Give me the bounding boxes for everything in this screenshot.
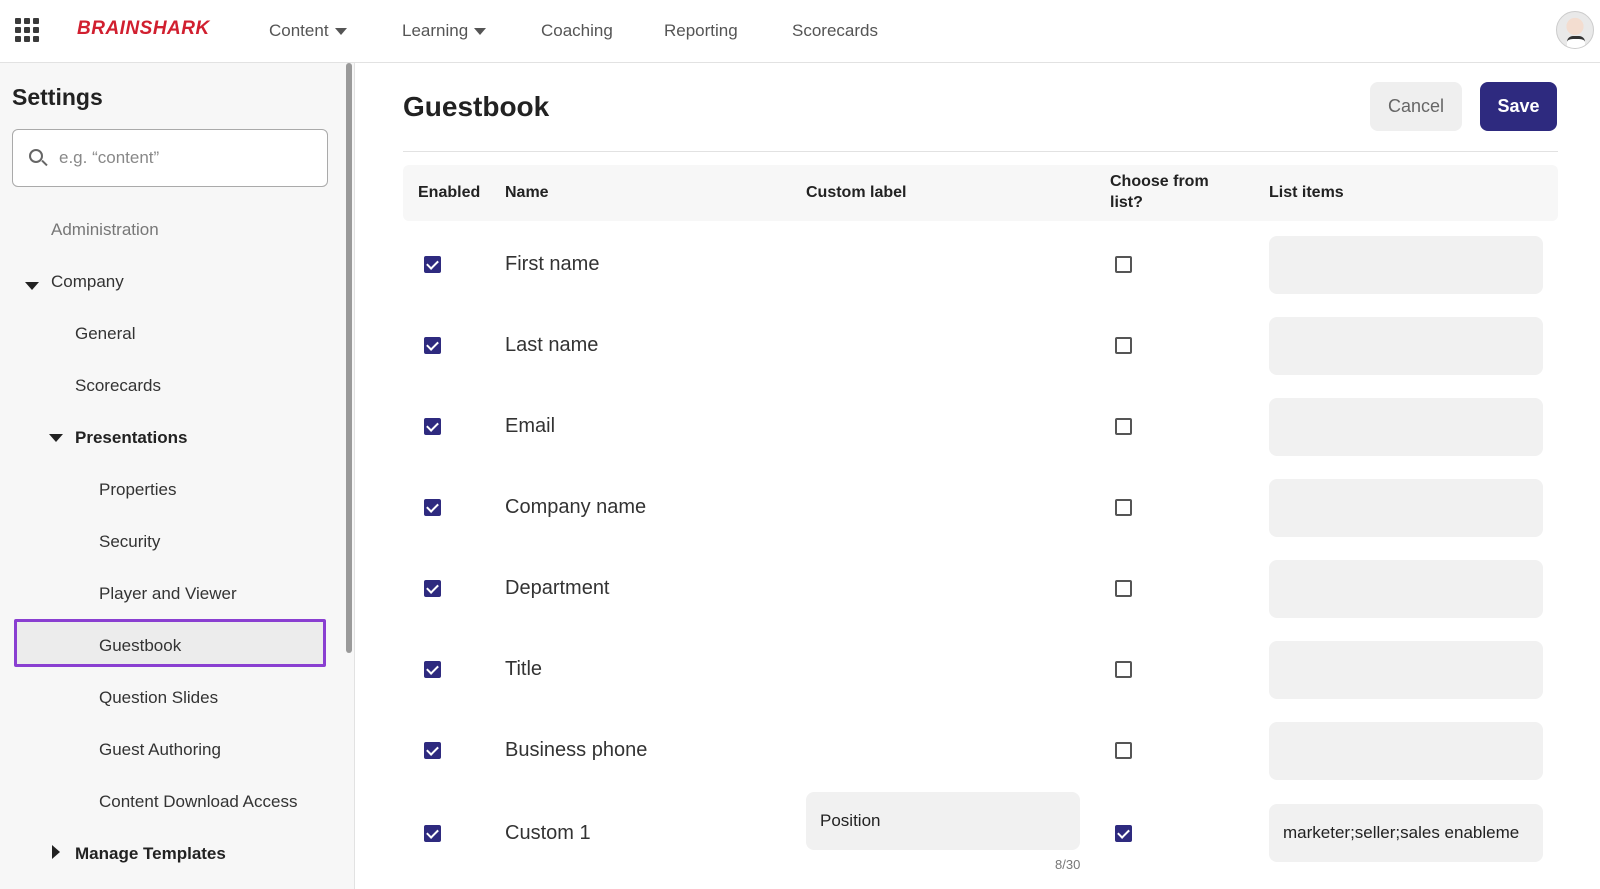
table-row: Company name (403, 478, 1558, 558)
chevron-down-icon (334, 27, 347, 35)
custom-label-input[interactable] (806, 792, 1080, 850)
col-choose-from-list: Choose from list? (1110, 171, 1209, 213)
table-row: Title (403, 640, 1558, 720)
nav-content[interactable]: Content (269, 0, 347, 62)
search-input[interactable] (59, 144, 309, 172)
sidebar-item-scorecards[interactable]: Scorecards (75, 376, 161, 396)
app-launcher-icon[interactable] (15, 18, 39, 42)
sidebar-item-question-slides[interactable]: Question Slides (99, 688, 218, 708)
enabled-checkbox[interactable] (424, 337, 441, 354)
top-nav-bar: BRAINSHARK Content Learning Coaching Rep… (0, 0, 1600, 63)
user-avatar[interactable] (1556, 11, 1594, 49)
settings-search[interactable] (12, 129, 328, 187)
choose-from-list-checkbox[interactable] (1115, 499, 1132, 516)
col-choose-line1: Choose from (1110, 173, 1209, 190)
field-name: Title (505, 658, 543, 680)
choose-from-list-checkbox[interactable] (1115, 661, 1132, 678)
collapsed-triangle-icon[interactable] (52, 845, 60, 859)
choose-from-list-checkbox[interactable] (1115, 580, 1132, 597)
sidebar-item-player-viewer[interactable]: Player and Viewer (99, 584, 237, 604)
col-list-items: List items (1269, 184, 1344, 201)
col-enabled: Enabled (418, 184, 481, 201)
sidebar-item-guest-authoring[interactable]: Guest Authoring (99, 740, 221, 760)
save-button[interactable]: Save (1480, 82, 1557, 131)
sidebar-item-manage-templates[interactable]: Manage Templates (75, 844, 226, 864)
nav-scorecards[interactable]: Scorecards (792, 0, 878, 62)
char-counter: 8/30 (1055, 857, 1081, 872)
nav-learning[interactable]: Learning (402, 0, 487, 62)
choose-from-list-checkbox[interactable] (1115, 742, 1132, 759)
list-items-input[interactable] (1269, 560, 1543, 618)
list-items-input[interactable] (1269, 317, 1543, 375)
table-header: Enabled Name Custom label Choose from li… (403, 165, 1558, 221)
table-row: Business phone (403, 721, 1558, 801)
nav-content-label: Content (269, 21, 329, 40)
list-items-input[interactable] (1269, 722, 1543, 780)
cancel-button[interactable]: Cancel (1370, 82, 1462, 131)
table-row: Custom 1 8/30 (403, 792, 1558, 889)
sidebar-item-general[interactable]: General (75, 324, 135, 344)
enabled-checkbox[interactable] (424, 256, 441, 273)
field-name: Business phone (505, 739, 648, 761)
sidebar-item-administration[interactable]: Administration (51, 220, 159, 240)
sidebar-scrollbar[interactable] (346, 63, 352, 653)
field-name: Custom 1 (505, 822, 591, 844)
field-name: First name (505, 253, 600, 275)
field-name: Department (505, 577, 610, 599)
field-name: Company name (505, 496, 647, 518)
enabled-checkbox[interactable] (424, 661, 441, 678)
col-custom-label: Custom label (806, 184, 907, 201)
enabled-checkbox[interactable] (424, 418, 441, 435)
search-icon (29, 149, 43, 163)
settings-sidebar: Settings Administration Company General … (0, 63, 355, 889)
choose-from-list-checkbox[interactable] (1115, 256, 1132, 273)
brainshark-logo[interactable]: BRAINSHARK (77, 18, 210, 40)
list-items-input[interactable] (1269, 804, 1543, 862)
sidebar-title: Settings (12, 84, 103, 110)
list-items-input[interactable] (1269, 479, 1543, 537)
sidebar-item-presentations[interactable]: Presentations (75, 428, 187, 448)
sidebar-item-properties[interactable]: Properties (99, 480, 176, 500)
choose-from-list-checkbox[interactable] (1115, 418, 1132, 435)
enabled-checkbox[interactable] (424, 825, 441, 842)
sidebar-item-guestbook[interactable]: Guestbook (99, 636, 181, 656)
enabled-checkbox[interactable] (424, 499, 441, 516)
page-title: Guestbook (403, 91, 550, 122)
table-row: First name (403, 235, 1558, 315)
table-row: Last name (403, 316, 1558, 396)
col-name: Name (505, 184, 549, 201)
table-row: Department (403, 559, 1558, 639)
enabled-checkbox[interactable] (424, 742, 441, 759)
choose-from-list-checkbox[interactable] (1115, 337, 1132, 354)
field-name: Email (505, 415, 556, 437)
expanded-triangle-icon[interactable] (25, 282, 39, 290)
nav-reporting[interactable]: Reporting (664, 0, 738, 62)
col-choose-line2: list? (1110, 194, 1143, 211)
table-row: Email (403, 397, 1558, 477)
nav-coaching[interactable]: Coaching (541, 0, 613, 62)
list-items-input[interactable] (1269, 236, 1543, 294)
list-items-input[interactable] (1269, 641, 1543, 699)
sidebar-item-content-download[interactable]: Content Download Access (99, 792, 297, 812)
choose-from-list-checkbox[interactable] (1115, 825, 1132, 842)
header-divider (403, 151, 1558, 152)
enabled-checkbox[interactable] (424, 580, 441, 597)
expanded-triangle-icon[interactable] (49, 434, 63, 442)
chevron-down-icon (474, 27, 487, 35)
list-items-input[interactable] (1269, 398, 1543, 456)
sidebar-item-company[interactable]: Company (51, 272, 124, 292)
field-name: Last name (505, 334, 599, 356)
nav-learning-label: Learning (402, 21, 469, 40)
sidebar-item-security[interactable]: Security (99, 532, 160, 552)
